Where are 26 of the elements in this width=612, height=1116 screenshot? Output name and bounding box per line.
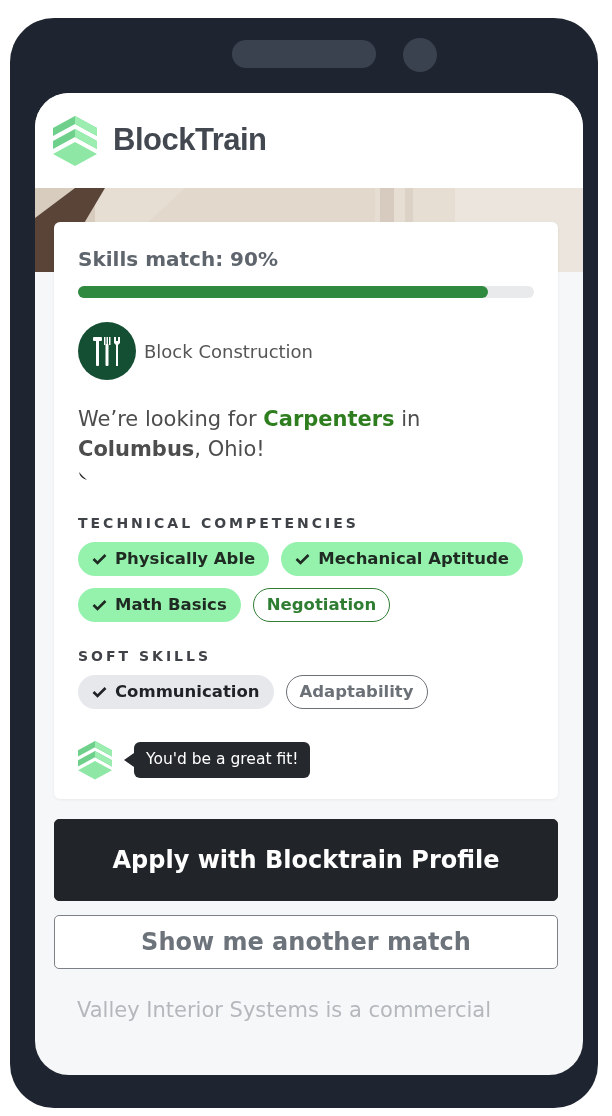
skill-tag: Negotiation	[252, 587, 391, 622]
skill-tag: Mechanical Aptitude	[281, 541, 523, 576]
skill-tag: Math Basics	[78, 587, 241, 622]
camera-dot	[403, 38, 437, 72]
loading-spinner-icon	[78, 470, 88, 481]
company-logo	[78, 322, 136, 380]
logo-icon	[78, 740, 112, 779]
check-icon	[92, 552, 107, 565]
tooltip: You'd be a great fit!	[134, 742, 311, 778]
company-name: Block Construction	[144, 339, 313, 364]
show-another-button[interactable]: Show me another match	[54, 914, 558, 969]
check-icon	[92, 598, 107, 611]
logo-icon	[53, 115, 97, 166]
brand-name: BlockTrain	[113, 121, 267, 160]
skill-tag: Communication	[78, 674, 274, 709]
job-headline: We’re looking for Carpenters in Columbus, Ohio!	[78, 406, 422, 464]
check-icon	[92, 685, 107, 698]
skill-tag: Adaptability	[285, 674, 428, 709]
tooltip-pointer	[124, 752, 134, 767]
check-icon	[295, 552, 311, 565]
skill-tag: Physically Able	[78, 541, 270, 576]
apply-button[interactable]: Apply with Blocktrain Profile	[54, 818, 558, 901]
background-text: Valley Interior Systems is a commercial	[77, 996, 492, 1024]
skills-match-label: Skills match: 90%	[78, 246, 279, 273]
section-heading: TECHNICAL COMPETENCIES	[78, 513, 360, 533]
section-heading: SOFT SKILLS	[78, 646, 213, 666]
